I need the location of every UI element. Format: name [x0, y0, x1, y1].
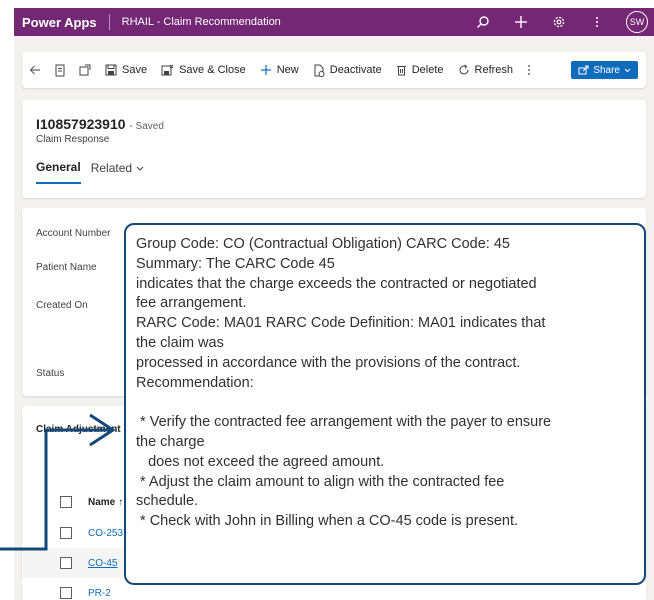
sort-ascending-icon: ↑ — [118, 496, 124, 508]
row-checkbox[interactable] — [60, 587, 72, 599]
delete-label: Delete — [411, 64, 444, 76]
deactivate-button[interactable]: Deactivate — [306, 52, 389, 88]
deactivate-label: Deactivate — [329, 64, 382, 76]
divider — [108, 14, 110, 30]
callout-line: * Adjust the claim amount to align with … — [136, 473, 505, 490]
entity-name: Claim Response — [36, 134, 110, 145]
field-label-patient-name: Patient Name — [36, 262, 97, 273]
share-icon — [578, 65, 589, 75]
callout-line: fee arrangement. — [136, 295, 247, 312]
row-checkbox[interactable] — [60, 557, 72, 569]
callout-line: the charge — [136, 433, 205, 450]
top-icons: SW — [474, 11, 654, 33]
pop-out-icon — [79, 64, 91, 76]
recommendation-callout: Group Code: CO (Contractual Obligation) … — [124, 223, 646, 585]
field-label-account-number: Account Number — [36, 228, 111, 239]
search-icon[interactable] — [474, 13, 492, 31]
callout-line: RARC Code: MA01 RARC Code Definition: MA… — [136, 315, 546, 332]
record-header: I10857923910 - Saved Claim Response Gene… — [22, 100, 646, 198]
tab-general[interactable]: General — [36, 160, 81, 184]
tab-related[interactable]: Related — [91, 160, 144, 184]
callout-line: does not exceed the agreed amount. — [136, 453, 385, 470]
save-close-label: Save & Close — [179, 64, 246, 76]
select-all-checkbox[interactable] — [60, 496, 72, 508]
new-label: New — [276, 64, 299, 76]
back-button[interactable] — [22, 52, 48, 88]
plus-icon — [260, 65, 271, 75]
save-close-icon — [161, 64, 174, 76]
callout-line: schedule. — [136, 493, 199, 510]
trash-icon — [396, 66, 406, 76]
form-tabs: General Related — [36, 160, 144, 184]
column-name-label: Name — [88, 496, 116, 508]
row-name-link[interactable]: PR-2 — [88, 588, 111, 599]
chevron-down-icon — [136, 166, 144, 171]
callout-line: indicates that the charge exceeds the co… — [136, 275, 537, 292]
back-arrow-icon — [29, 65, 40, 75]
field-label-created-on: Created On — [36, 300, 88, 311]
callout-line: * Check with John in Billing when a CO-4… — [136, 513, 519, 530]
save-icon — [105, 64, 117, 76]
command-bar: Save Save & Close New Deactivate Delete … — [22, 52, 646, 88]
column-header-name[interactable]: Name ↑ — [88, 497, 123, 508]
app-name: RHAIL - Claim Recommendation — [121, 16, 281, 28]
chevron-down-icon — [624, 68, 631, 72]
row-name-link[interactable]: CO-253 — [88, 528, 123, 539]
deactivate-icon — [314, 64, 325, 77]
save-status: - Saved — [129, 121, 164, 132]
callout-line: Group Code: CO (Contractual Obligation) … — [136, 236, 510, 252]
refresh-icon — [459, 64, 469, 75]
brand-name[interactable]: Power Apps — [14, 15, 97, 30]
save-close-button[interactable]: Save & Close — [154, 52, 253, 88]
save-button[interactable]: Save — [98, 52, 154, 88]
more-commands-button[interactable] — [520, 52, 538, 88]
gear-icon[interactable] — [550, 13, 568, 31]
share-button[interactable]: Share — [571, 61, 638, 79]
record-title: I10857923910 - Saved — [36, 116, 164, 132]
refresh-label: Refresh — [474, 64, 514, 76]
record-id: I10857923910 — [36, 116, 126, 132]
row-name-link[interactable]: CO-45 — [88, 558, 117, 569]
refresh-button[interactable]: Refresh — [451, 52, 521, 88]
callout-line: Summary: The CARC Code 45 — [136, 255, 335, 272]
share-label: Share — [593, 64, 620, 76]
callout-line — [136, 393, 638, 413]
avatar[interactable]: SW — [626, 11, 648, 33]
record-set-button[interactable] — [48, 52, 72, 88]
callout-line: processed in accordance with the provisi… — [136, 354, 521, 371]
new-button[interactable]: New — [253, 52, 306, 88]
callout-line: Recommendation: — [136, 374, 254, 391]
more-vertical-icon[interactable] — [588, 13, 606, 31]
more-vertical-icon — [528, 65, 530, 75]
document-icon — [55, 64, 65, 76]
tab-general-label: General — [36, 160, 81, 174]
callout-line: the claim was — [136, 334, 224, 351]
subgrid-title: Claim Adjustment — [36, 424, 121, 435]
top-bar: Power Apps RHAIL - Claim Recommendation … — [14, 8, 654, 36]
delete-button[interactable]: Delete — [389, 52, 451, 88]
open-new-window-button[interactable] — [72, 52, 98, 88]
field-label-status: Status — [36, 368, 65, 379]
tab-related-label: Related — [90, 161, 133, 175]
save-label: Save — [122, 64, 148, 76]
plus-icon[interactable] — [512, 13, 530, 31]
callout-line: * Verify the contracted fee arrangement … — [136, 414, 552, 431]
row-checkbox[interactable] — [60, 527, 72, 539]
